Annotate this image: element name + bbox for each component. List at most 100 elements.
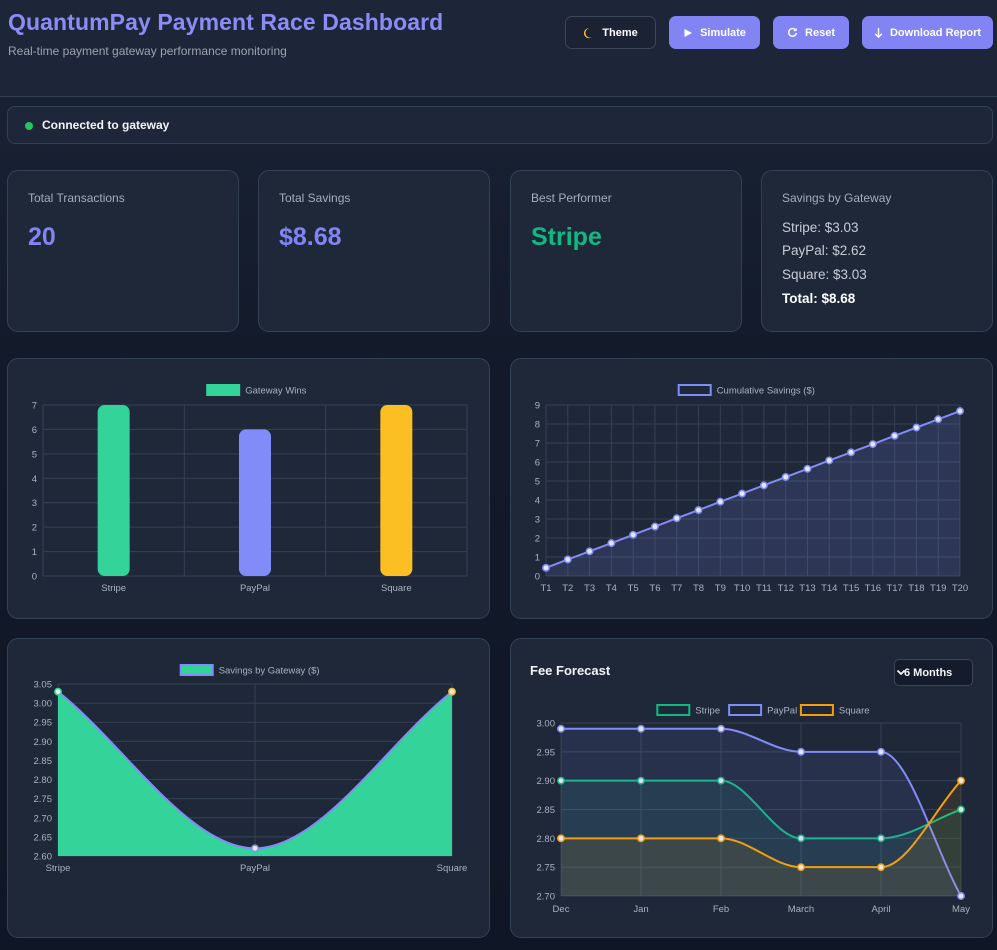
- y-tick-label: 2.75: [537, 863, 556, 874]
- y-tick-label: 2: [535, 534, 540, 545]
- simulate-button-label: Simulate: [700, 26, 746, 39]
- x-tick-label: T5: [628, 583, 639, 594]
- legend-label: Cumulative Savings ($): [717, 386, 815, 397]
- data-point: [629, 530, 638, 539]
- y-tick-label: 5: [32, 449, 37, 460]
- data-point: [797, 863, 805, 872]
- y-tick-label: 9: [535, 401, 540, 412]
- x-tick-label: T12: [777, 583, 793, 594]
- x-tick-label: PayPal: [240, 863, 270, 874]
- legend-swatch: [728, 704, 763, 716]
- data-point: [557, 724, 565, 733]
- y-tick-label: 0: [32, 572, 37, 583]
- forecast-period-select[interactable]: 6 Months: [894, 659, 973, 686]
- reset-button-label: Reset: [805, 26, 835, 39]
- x-tick-label: T10: [734, 583, 750, 594]
- data-point: [542, 563, 550, 572]
- moon-icon: [584, 27, 592, 38]
- y-tick-label: 2.90: [34, 737, 53, 748]
- x-tick-label: Square: [437, 863, 468, 874]
- bar: [97, 405, 130, 576]
- y-tick-label: 2.65: [34, 832, 53, 843]
- total-transactions-card: Total Transactions 20: [7, 170, 239, 332]
- x-tick-label: Jan: [633, 904, 648, 915]
- x-tick-label: Square: [381, 583, 412, 594]
- x-tick-label: T11: [756, 583, 772, 594]
- fee-forecast-title: Fee Forecast: [530, 663, 611, 678]
- y-tick-label: 6: [535, 458, 540, 469]
- y-tick-label: 7: [32, 401, 37, 412]
- chevron-down-icon: [896, 669, 906, 676]
- stripe-savings-line: Stripe: $3.03: [782, 220, 859, 235]
- data-point: [585, 547, 594, 556]
- x-tick-label: T3: [584, 583, 595, 594]
- data-point: [877, 747, 885, 756]
- y-tick-label: 2.85: [537, 805, 556, 816]
- x-tick-label: T19: [930, 583, 946, 594]
- data-point: [448, 687, 456, 696]
- y-tick-label: 3.00: [34, 699, 53, 710]
- bar: [380, 405, 413, 576]
- savings-by-gateway-chart: 2.60 2.65 2.70 2.75 2.80 2.85 2.90 2.95 3.00 3.05…: [34, 664, 468, 874]
- data-point: [877, 863, 885, 872]
- data-point: [738, 489, 747, 498]
- y-tick-label: 1: [535, 553, 540, 564]
- y-tick-label: 2.70: [34, 813, 53, 824]
- data-point: [563, 555, 572, 564]
- reset-icon: [788, 27, 798, 37]
- x-tick-label: T14: [821, 583, 837, 594]
- reset-button[interactable]: Reset: [773, 16, 849, 49]
- y-tick-label: 2.60: [34, 852, 53, 863]
- x-tick-label: T18: [908, 583, 924, 594]
- data-point: [672, 514, 681, 523]
- page-title: QuantumPay Payment Race Dashboard: [8, 9, 444, 35]
- y-tick-label: 2.95: [537, 747, 556, 758]
- play-icon: [684, 28, 693, 37]
- data-point: [797, 747, 805, 756]
- best-performer-value: Stripe: [531, 223, 602, 251]
- x-tick-label: T20: [952, 583, 968, 594]
- data-point: [607, 539, 616, 548]
- data-point: [825, 456, 834, 465]
- status-dot-icon: [25, 122, 33, 130]
- page-subtitle: Real-time payment gateway performance mo…: [8, 44, 287, 58]
- theme-button-label: Theme: [602, 26, 638, 39]
- y-tick-label: 6: [32, 425, 37, 436]
- data-point: [868, 440, 877, 449]
- cumulative-savings-chart: 0 1 2 3 4 5 6 7 8 9 Cumulative Savings ($) T1 T2 T3 T4…: [535, 384, 968, 594]
- legend-swatch: [799, 704, 834, 716]
- best-performer-card: Best Performer Stripe: [510, 170, 742, 332]
- data-point: [781, 473, 790, 481]
- theme-button[interactable]: Theme: [565, 16, 656, 49]
- y-tick-label: 4: [535, 496, 540, 507]
- bar: [239, 429, 271, 576]
- y-tick-label: 2: [32, 523, 37, 534]
- download-report-button[interactable]: Download Report: [862, 16, 993, 49]
- connection-status-bar: Connected to gateway: [7, 106, 993, 144]
- gateway-wins-chart-card: 0 1 2 3 4 5 6 7 Gateway Wins Stripe PayPal Square: [7, 358, 490, 619]
- x-tick-label: T8: [693, 583, 704, 594]
- y-tick-label: 3.05: [34, 680, 53, 691]
- y-tick-label: 2.95: [34, 718, 53, 729]
- total-savings-value: $8.68: [279, 223, 342, 251]
- best-performer-label: Best Performer: [531, 191, 612, 205]
- data-point: [717, 724, 725, 733]
- simulate-button[interactable]: Simulate: [669, 16, 760, 49]
- x-tick-label: T6: [649, 583, 660, 594]
- x-tick-label: T13: [799, 583, 815, 594]
- savings-by-gateway-label: Savings by Gateway: [782, 191, 892, 205]
- x-tick-label: T7: [671, 583, 682, 594]
- download-report-label: Download Report: [889, 26, 982, 39]
- legend-label: PayPal: [767, 706, 797, 717]
- x-tick-label: PayPal: [240, 583, 270, 594]
- y-tick-label: 2.90: [537, 776, 556, 787]
- x-tick-label: T15: [843, 583, 859, 594]
- data-point: [847, 448, 856, 457]
- x-tick-label: T1: [540, 583, 551, 594]
- savings-by-gateway-chart-card: 2.60 2.65 2.70 2.75 2.80 2.85 2.90 2.95 3.00 3.05…: [7, 638, 490, 938]
- y-tick-label: 7: [535, 439, 540, 450]
- legend-label: Savings by Gateway ($): [219, 666, 320, 677]
- data-point: [717, 834, 725, 843]
- paypal-savings-line: PayPal: $2.62: [782, 243, 867, 258]
- y-tick-label: 0: [535, 572, 540, 583]
